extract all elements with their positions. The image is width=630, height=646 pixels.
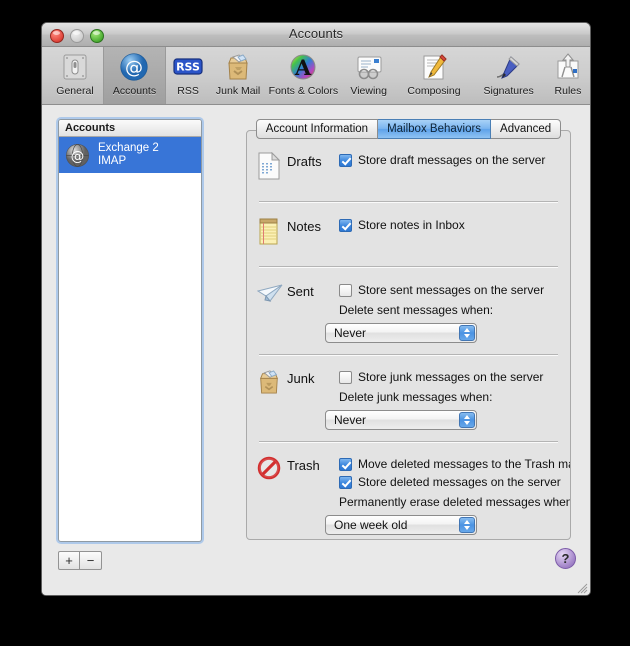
accounts-icon: @ [118, 51, 150, 83]
section-trash: Trash Move deleted messages to the Trash… [247, 442, 570, 535]
section-drafts: Drafts Store draft messages on the serve… [247, 131, 570, 185]
delete-sent-when-popup[interactable]: Never [325, 323, 477, 343]
account-name: Exchange 2 [98, 141, 159, 154]
toolbar-item-general[interactable]: General [47, 47, 103, 104]
chevron-updown-icon [459, 517, 475, 533]
store-junk-on-server-label: Store junk messages on the server [358, 370, 544, 384]
help-button[interactable]: ? [555, 548, 576, 569]
signatures-icon [493, 51, 525, 83]
preferences-toolbar: General @ Accounts RSS RSS Junk Mail A F… [42, 47, 590, 105]
drafts-title: Drafts [287, 154, 322, 169]
erase-deleted-when-popup[interactable]: One week old [325, 515, 477, 535]
store-junk-on-server-checkbox[interactable] [339, 371, 352, 384]
toolbar-label-rules: Rules [554, 85, 582, 97]
store-drafts-on-server-checkbox[interactable] [339, 154, 352, 167]
junk-title: Junk [287, 371, 315, 386]
tab-panel: Drafts Store draft messages on the serve… [246, 130, 571, 540]
window-title: Accounts [288, 26, 344, 41]
toolbar-label-signatures: Signatures [483, 85, 534, 97]
toolbar-item-junk-mail[interactable]: Junk Mail [210, 47, 266, 104]
rss-icon: RSS [172, 51, 204, 83]
svg-text:RSS: RSS [176, 61, 200, 74]
toolbar-item-accounts[interactable]: @ Accounts [102, 47, 167, 104]
store-sent-on-server-label: Store sent messages on the server [358, 283, 545, 297]
composing-icon [418, 51, 450, 83]
account-add-remove-group: + − [58, 551, 102, 570]
toolbar-label-rss: RSS [177, 85, 199, 97]
move-deleted-to-trash-checkbox[interactable] [339, 458, 352, 471]
tab-account-information[interactable]: Account Information [255, 119, 379, 139]
account-globe-at-icon: @ [64, 142, 91, 169]
account-list-item[interactable]: @ Exchange 2 IMAP [59, 137, 201, 173]
preferences-body: Accounts @ Exchange 2 IMAP + − ? Account… [42, 105, 590, 595]
toolbar-item-composing[interactable]: Composing [397, 47, 472, 104]
mailbox-behaviors-tabview: Account Information Mailbox Behaviors Ad… [246, 119, 571, 540]
toolbar-item-rules[interactable]: Rules [546, 47, 590, 104]
remove-account-button[interactable]: − [80, 551, 102, 570]
section-junk: Junk Store junk messages on the server D… [247, 355, 570, 430]
window-titlebar: Accounts [42, 23, 590, 47]
tab-advanced[interactable]: Advanced [491, 119, 562, 139]
store-sent-on-server-checkbox[interactable] [339, 284, 352, 297]
trash-title: Trash [287, 458, 320, 473]
accounts-list[interactable]: Accounts @ Exchange 2 IMAP [58, 119, 202, 542]
viewing-icon [353, 51, 385, 83]
sent-title: Sent [287, 284, 314, 299]
junk-bag-icon [257, 367, 287, 404]
notes-title: Notes [287, 219, 321, 234]
general-icon [59, 51, 91, 83]
accounts-list-header: Accounts [59, 120, 201, 137]
section-sent: Sent Store sent messages on the server D… [247, 267, 570, 343]
tab-strip: Account Information Mailbox Behaviors Ad… [246, 119, 571, 139]
erase-deleted-when-label: Permanently erase deleted messages when: [339, 495, 570, 509]
fonts-colors-icon: A [287, 51, 319, 83]
toolbar-label-viewing: Viewing [350, 85, 387, 97]
svg-text:@: @ [125, 58, 143, 79]
drafts-document-icon [257, 150, 287, 185]
toolbar-label-accounts: Accounts [112, 85, 157, 97]
store-deleted-on-server-checkbox[interactable] [339, 476, 352, 489]
junk-mail-icon [222, 51, 254, 83]
store-notes-in-inbox-label: Store notes in Inbox [358, 218, 465, 232]
notes-pad-icon [257, 215, 287, 250]
delete-junk-when-popup[interactable]: Never [325, 410, 477, 430]
add-account-button[interactable]: + [58, 551, 80, 570]
toolbar-item-viewing[interactable]: Viewing [341, 47, 397, 104]
rules-icon [552, 51, 584, 83]
section-notes: Notes Store notes in Inbox [247, 202, 570, 250]
store-notes-in-inbox-checkbox[interactable] [339, 219, 352, 232]
delete-sent-when-label: Delete sent messages when: [339, 303, 494, 317]
chevron-updown-icon [459, 412, 475, 428]
toolbar-label-fonts-colors: Fonts & Colors [268, 85, 339, 97]
toolbar-item-signatures[interactable]: Signatures [471, 47, 546, 104]
resize-grip[interactable] [575, 581, 588, 594]
store-drafts-on-server-label: Store draft messages on the server [358, 153, 546, 167]
svg-text:@: @ [71, 148, 85, 164]
delete-junk-when-label: Delete junk messages when: [339, 390, 493, 404]
toolbar-item-rss[interactable]: RSS RSS [166, 47, 210, 104]
delete-junk-when-value: Never [334, 413, 367, 427]
store-deleted-on-server-label: Store deleted messages on the server [358, 475, 561, 489]
trash-no-entry-icon [257, 454, 287, 509]
sent-paper-plane-icon [256, 280, 287, 317]
tab-mailbox-behaviors[interactable]: Mailbox Behaviors [378, 119, 492, 139]
toolbar-label-composing: Composing [407, 85, 461, 97]
svg-text:A: A [294, 55, 312, 80]
toolbar-label-general: General [56, 85, 94, 97]
accounts-preferences-window: Accounts General @ Accounts RSS RSS Junk… [41, 22, 591, 596]
toolbar-item-fonts-colors[interactable]: A Fonts & Colors [266, 47, 341, 104]
account-type: IMAP [98, 155, 127, 167]
delete-sent-when-value: Never [334, 326, 367, 340]
toolbar-label-junk-mail: Junk Mail [215, 85, 261, 97]
chevron-updown-icon [459, 325, 475, 341]
erase-deleted-when-value: One week old [334, 518, 408, 532]
move-deleted-to-trash-label: Move deleted messages to the Trash mailb… [358, 457, 570, 471]
